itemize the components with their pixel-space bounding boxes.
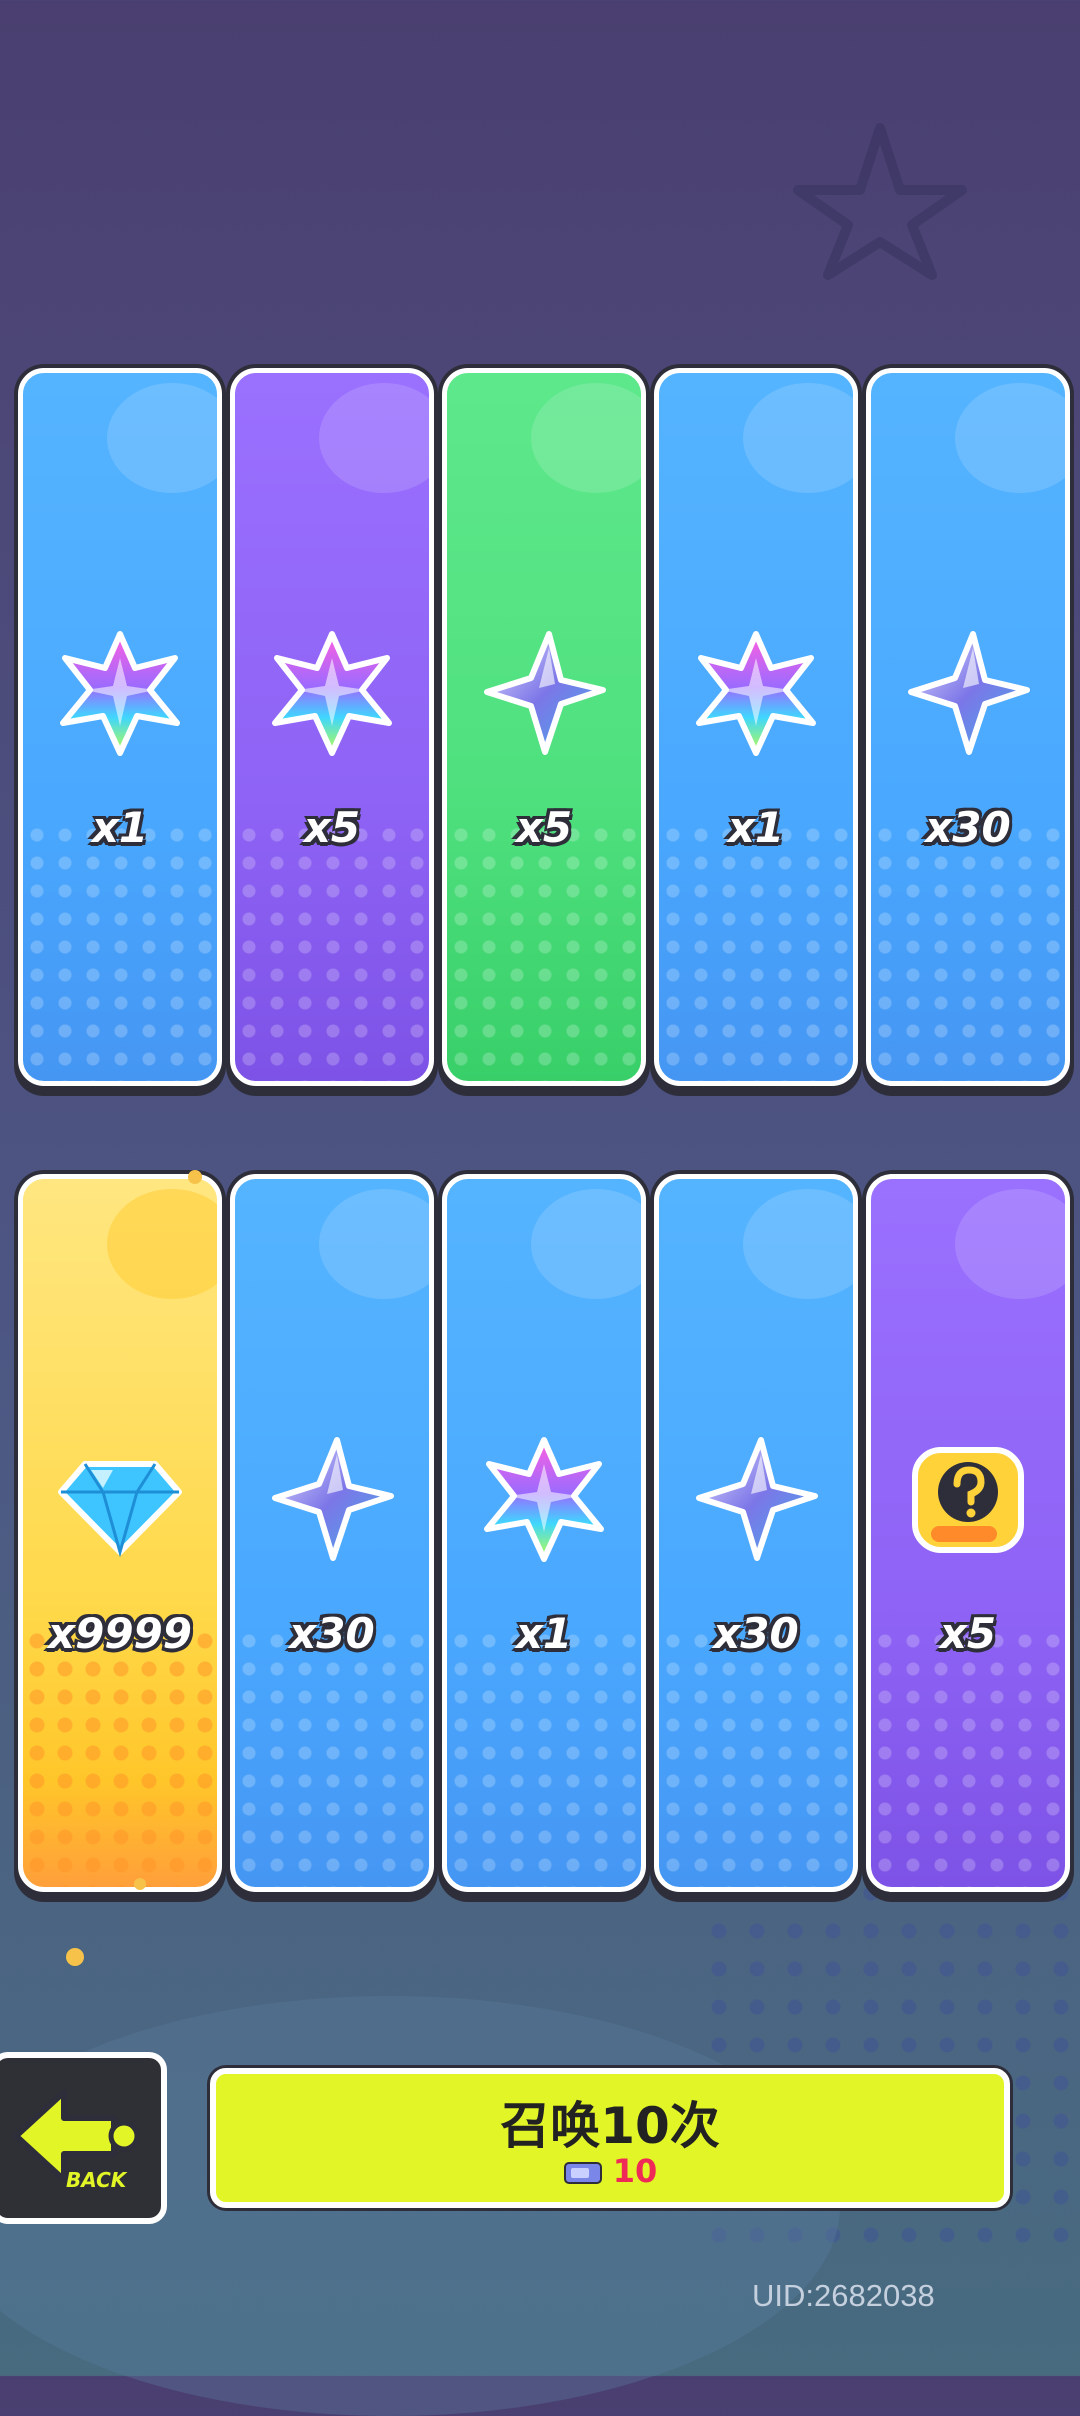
reward-card-7[interactable]: x30: [230, 1174, 434, 1892]
card-pattern: [659, 821, 853, 1081]
reward-quantity: x9999: [48, 1609, 192, 1658]
reward-quantity: x1: [727, 803, 785, 852]
card-pattern: [659, 1627, 853, 1887]
blue-star-shard-icon: [272, 1437, 394, 1561]
mystery-sticker-icon: [912, 1447, 1024, 1553]
card-splash: [743, 1189, 853, 1299]
rainbow-flower-crystal-icon: [272, 631, 392, 756]
rainbow-flower-crystal-icon: [484, 1437, 604, 1562]
background-star-icon: [793, 123, 967, 280]
summon-ten-button[interactable]: 召唤10次 10: [210, 2068, 1010, 2208]
reward-card-5[interactable]: x30: [866, 368, 1070, 1086]
rainbow-flower-crystal-icon: [60, 631, 180, 756]
ticket-icon: [563, 2162, 602, 2184]
sparkle-orb: [188, 1170, 202, 1184]
summon-cost: 10: [216, 2152, 1004, 2190]
back-button-label: BACK: [66, 2168, 127, 2192]
card-pattern: [235, 1627, 429, 1887]
card-splash: [319, 383, 429, 493]
reward-card-4[interactable]: x1: [654, 368, 858, 1086]
card-splash: [107, 1189, 217, 1299]
card-splash: [319, 1189, 429, 1299]
sparkle-orb: [66, 1948, 84, 1966]
card-splash: [743, 383, 853, 493]
reward-card-8[interactable]: x1: [442, 1174, 646, 1892]
reward-card-9[interactable]: x30: [654, 1174, 858, 1892]
card-splash: [955, 1189, 1065, 1299]
card-pattern: [447, 1627, 641, 1887]
rainbow-flower-crystal-icon: [696, 631, 816, 756]
reward-quantity: x30: [289, 1609, 375, 1658]
card-pattern: [23, 821, 217, 1081]
reward-quantity: x5: [303, 803, 361, 852]
blue-star-shard-icon: [908, 631, 1030, 755]
reward-card-2[interactable]: x5: [230, 368, 434, 1086]
uid-label: UID:2682038: [752, 2278, 935, 2313]
card-pattern: [23, 1627, 217, 1887]
card-pattern: [447, 821, 641, 1081]
summon-button-title: 召唤10次: [500, 2097, 720, 2155]
sparkle-orb: [134, 1878, 146, 1890]
card-splash: [955, 383, 1065, 493]
card-splash: [531, 1189, 641, 1299]
reward-quantity: x5: [939, 1609, 997, 1658]
reward-quantity: x5: [515, 803, 573, 852]
card-pattern: [871, 821, 1065, 1081]
reward-card-6[interactable]: x9999: [18, 1174, 222, 1892]
summon-cost-value: 10: [612, 2152, 658, 2190]
reward-card-1[interactable]: x1: [18, 368, 222, 1086]
reward-card-3[interactable]: x5: [442, 368, 646, 1086]
card-pattern: [871, 1627, 1065, 1887]
arrow-left-icon: [13, 2089, 140, 2183]
card-splash: [531, 383, 641, 493]
reward-quantity: x1: [91, 803, 149, 852]
blue-star-shard-icon: [696, 1437, 818, 1561]
reward-quantity: x1: [515, 1609, 573, 1658]
back-button[interactable]: BACK: [0, 2052, 167, 2224]
reward-card-10[interactable]: x5: [866, 1174, 1070, 1892]
diamond-gem-icon: [58, 1461, 182, 1558]
card-splash: [107, 383, 217, 493]
blue-star-shard-icon: [484, 631, 606, 755]
reward-quantity: x30: [713, 1609, 799, 1658]
reward-quantity: x30: [925, 803, 1011, 852]
card-pattern: [235, 821, 429, 1081]
